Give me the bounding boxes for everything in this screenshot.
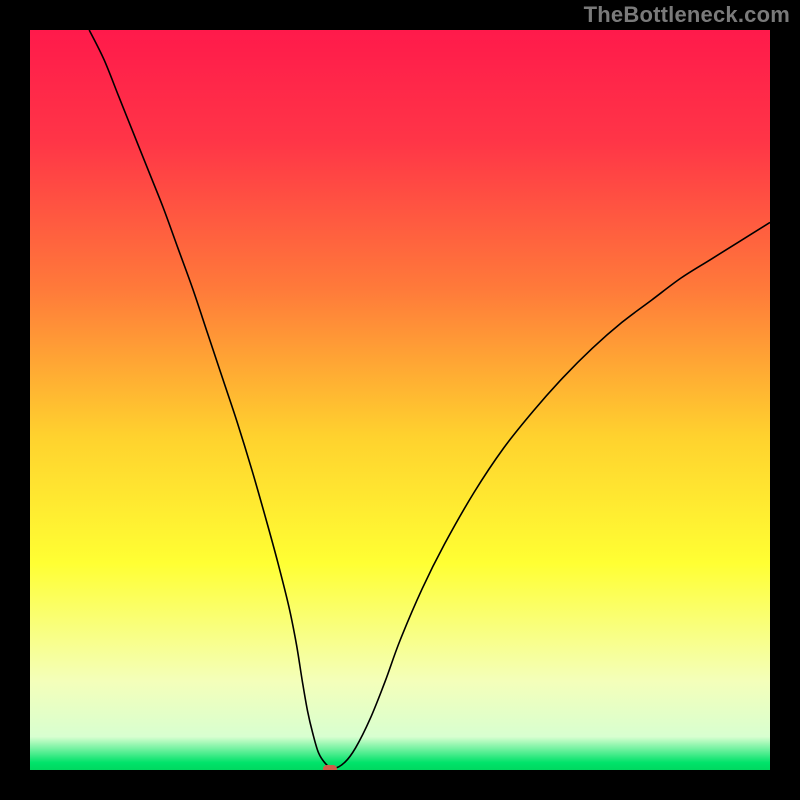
chart-frame	[0, 0, 800, 800]
watermark-text: TheBottleneck.com	[584, 2, 790, 28]
